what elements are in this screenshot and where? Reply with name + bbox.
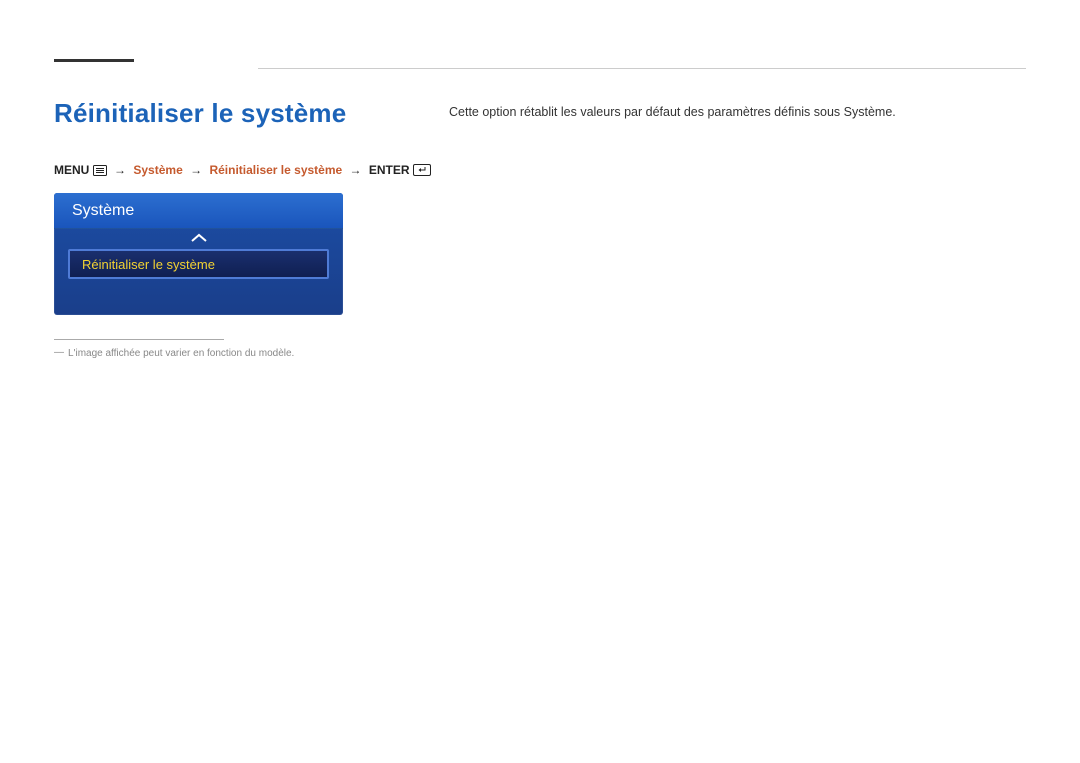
breadcrumb-enter-label: ENTER [369,163,410,177]
osd-header-label: Système [72,202,134,220]
osd-item-reset-system[interactable]: Réinitialiser le système [68,249,329,279]
top-rule [54,68,1026,70]
enter-icon [413,163,431,177]
left-column: Réinitialiser le système MENU → Système … [54,98,449,359]
footnote-text: L'image affichée peut varier en fonction… [68,348,294,359]
breadcrumb-path-1: Système [133,163,182,177]
page: Réinitialiser le système MENU → Système … [0,0,1080,763]
footnote-dash: ― [54,347,64,358]
chevron-up-icon [190,233,208,243]
breadcrumb-menu-label: MENU [54,163,89,177]
content: Réinitialiser le système MENU → Système … [54,98,1026,359]
breadcrumb: MENU → Système → Réinitialiser le systèm… [54,163,449,177]
footnote-rule [54,339,224,340]
osd-item-label: Réinitialiser le système [82,257,215,272]
osd-header: Système [54,193,343,229]
footnote: ― L'image affichée peut varier en fonctio… [54,348,449,359]
osd-scroll-up[interactable] [54,229,343,249]
top-rule-thick [54,59,134,62]
menu-icon [93,163,110,177]
right-column: Cette option rétablit les valeurs par dé… [449,98,1026,359]
breadcrumb-arrow: → [114,163,126,177]
osd-panel: Système Réinitialiser le système [54,193,343,315]
page-heading: Réinitialiser le système [54,98,449,129]
breadcrumb-path-2: Réinitialiser le système [209,163,342,177]
description-text: Cette option rétablit les valeurs par dé… [449,98,1026,122]
top-rule-thin [258,68,1026,69]
breadcrumb-arrow: → [190,163,202,177]
breadcrumb-arrow: → [350,163,362,177]
